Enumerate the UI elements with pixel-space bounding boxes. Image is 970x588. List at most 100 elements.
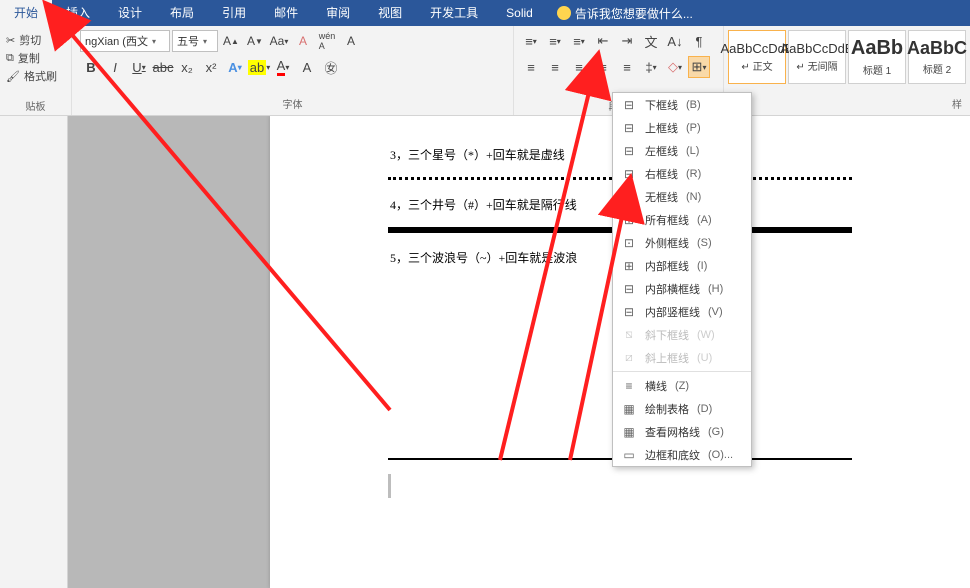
align-left-button[interactable]: ≡ [520,56,542,78]
line-spacing-button[interactable]: ‡▾ [640,56,662,78]
menu-label: 内部竖框线 [645,304,700,320]
border-icon: ⊟ [621,166,637,182]
shrink-font-button[interactable]: A▼ [244,30,266,52]
menu-item-左框线[interactable]: ⊟左框线(L) [613,139,751,162]
cut-button[interactable]: ✂剪切 [6,32,65,48]
menu-item-所有框线[interactable]: ⊞所有框线(A) [613,208,751,231]
ribbon-tabs: 开始 插入 设计 布局 引用 邮件 审阅 视图 开发工具 Solid 告诉我您想… [0,0,970,26]
menu-label: 内部横框线 [645,281,700,297]
style-heading2[interactable]: AaBbC 标题 2 [908,30,966,84]
menu-item-内部框线[interactable]: ⊞内部框线(I) [613,254,751,277]
tab-developer[interactable]: 开发工具 [416,0,492,26]
grow-font-button[interactable]: A▲ [220,30,242,52]
italic-button[interactable]: I [104,56,126,78]
align-right-button[interactable]: ≡ [568,56,590,78]
menu-item-边框和底纹[interactable]: ▭边框和底纹(O)... [613,443,751,466]
format-painter-button[interactable]: 🖌格式刷 [6,68,65,84]
superscript-button[interactable]: x² [200,56,222,78]
border-icon: ⧄ [621,350,637,366]
menu-hotkey: (B) [686,99,701,111]
char-shading-button[interactable]: A [296,56,318,78]
tab-references[interactable]: 引用 [208,0,260,26]
distributed-button[interactable]: ≡ [616,56,638,78]
style-heading1[interactable]: AaBb 标题 1 [848,30,906,84]
show-marks-button[interactable]: ¶ [688,30,710,52]
multilevel-button[interactable]: ≡▾ [568,30,590,52]
decrease-indent-button[interactable]: ⇤ [592,30,614,52]
tab-layout[interactable]: 布局 [156,0,208,26]
phonetic-guide-button[interactable]: wénA [316,30,338,52]
menu-hotkey: (R) [686,168,701,180]
menu-item-右框线[interactable]: ⊟ 右框线 (R) [613,162,751,185]
menu-hotkey: (P) [686,122,701,134]
tab-design[interactable]: 设计 [104,0,156,26]
tab-home[interactable]: 开始 [0,0,52,26]
text-effects-button[interactable]: A▾ [224,56,246,78]
font-size-combo[interactable]: 五号▾ [172,30,218,52]
style-label: ↵ 正文 [741,58,772,73]
copy-button[interactable]: ⧉复制 [6,50,65,66]
menu-item-绘制表格[interactable]: ▦绘制表格(D) [613,397,751,420]
scissors-icon: ✂ [6,34,15,47]
menu-label: 下框线 [645,97,678,113]
text-direction-button[interactable]: 文 [640,30,662,52]
menu-label: 右框线 [645,166,678,182]
tell-me[interactable]: 告诉我您想要做什么... [547,5,693,22]
font-name-combo[interactable]: ngXian (西文 ▾ [80,30,170,52]
menu-label: 左框线 [645,143,678,159]
menu-hotkey: (H) [708,283,723,295]
menu-label: 无框线 [645,189,678,205]
menu-label: 横线 [645,378,667,394]
tab-solid[interactable]: Solid [492,0,547,26]
menu-item-斜下框线: ⧅斜下框线(W) [613,323,751,346]
change-case-button[interactable]: Aa▾ [268,30,290,52]
chevron-down-icon: ▾ [152,37,156,46]
ribbon: ✂剪切 ⧉复制 🖌格式刷 贴板 ngXian (西文 ▾ 五号▾ A▲ A▼ Aa… [0,26,970,116]
style-preview: AaBbC [907,38,967,59]
strikethrough-button[interactable]: abc [152,56,174,78]
border-icon: ⊟ [621,97,637,113]
style-normal[interactable]: AaBbCcDdE ↵ 正文 [728,30,786,84]
menu-item-内部横框线[interactable]: ⊟内部横框线(H) [613,277,751,300]
menu-item-查看网格线[interactable]: ▦查看网格线(G) [613,420,751,443]
group-clipboard: ✂剪切 ⧉复制 🖌格式刷 贴板 [0,26,72,115]
menu-item-外侧框线[interactable]: ⊡外侧框线(S) [613,231,751,254]
menu-hotkey: (N) [686,191,701,203]
menu-hotkey: (G) [708,426,724,438]
menu-label: 绘制表格 [645,401,689,417]
numbering-button[interactable]: ≡▾ [544,30,566,52]
tab-mailings[interactable]: 邮件 [260,0,312,26]
menu-label: 所有框线 [645,212,689,228]
style-no-spacing[interactable]: AaBbCcDdE ↵ 无间隔 [788,30,846,84]
borders-button[interactable]: ⊞▾ [688,56,710,78]
border-icon: ⊟ [621,304,637,320]
menu-item-无框线[interactable]: ⊞无框线(N) [613,185,751,208]
clear-formatting-button[interactable]: A [292,30,314,52]
font-name-value: ngXian (西文 [85,33,148,49]
tab-view[interactable]: 视图 [364,0,416,26]
menu-item-上框线[interactable]: ⊟上框线(P) [613,116,751,139]
group-font: ngXian (西文 ▾ 五号▾ A▲ A▼ Aa▾ A wénA A B I U… [72,26,514,115]
justify-button[interactable]: ≡ [592,56,614,78]
menu-item-内部竖框线[interactable]: ⊟内部竖框线(V) [613,300,751,323]
enclose-char-button[interactable]: ㊛ [320,56,342,78]
underline-button[interactable]: U▾ [128,56,150,78]
highlight-button[interactable]: ab▾ [248,56,270,78]
copy-label: 复制 [18,50,40,66]
char-border-button[interactable]: A [340,30,362,52]
border-icon: ▦ [621,424,637,440]
menu-hotkey: (U) [697,352,712,364]
font-color-button[interactable]: A▾ [272,56,294,78]
text-cursor [388,474,391,498]
sort-button[interactable]: A↓ [664,30,686,52]
increase-indent-button[interactable]: ⇥ [616,30,638,52]
tab-insert[interactable]: 插入 [52,0,104,26]
align-center-button[interactable]: ≡ [544,56,566,78]
bold-button[interactable]: B [80,56,102,78]
menu-item-下框线[interactable]: ⊟ 下框线 (B) [613,93,751,116]
menu-item-横线[interactable]: ≡横线(Z) [613,374,751,397]
bullets-button[interactable]: ≡▾ [520,30,542,52]
tab-review[interactable]: 审阅 [312,0,364,26]
shading-button[interactable]: ◇▾ [664,56,686,78]
subscript-button[interactable]: x₂ [176,56,198,78]
